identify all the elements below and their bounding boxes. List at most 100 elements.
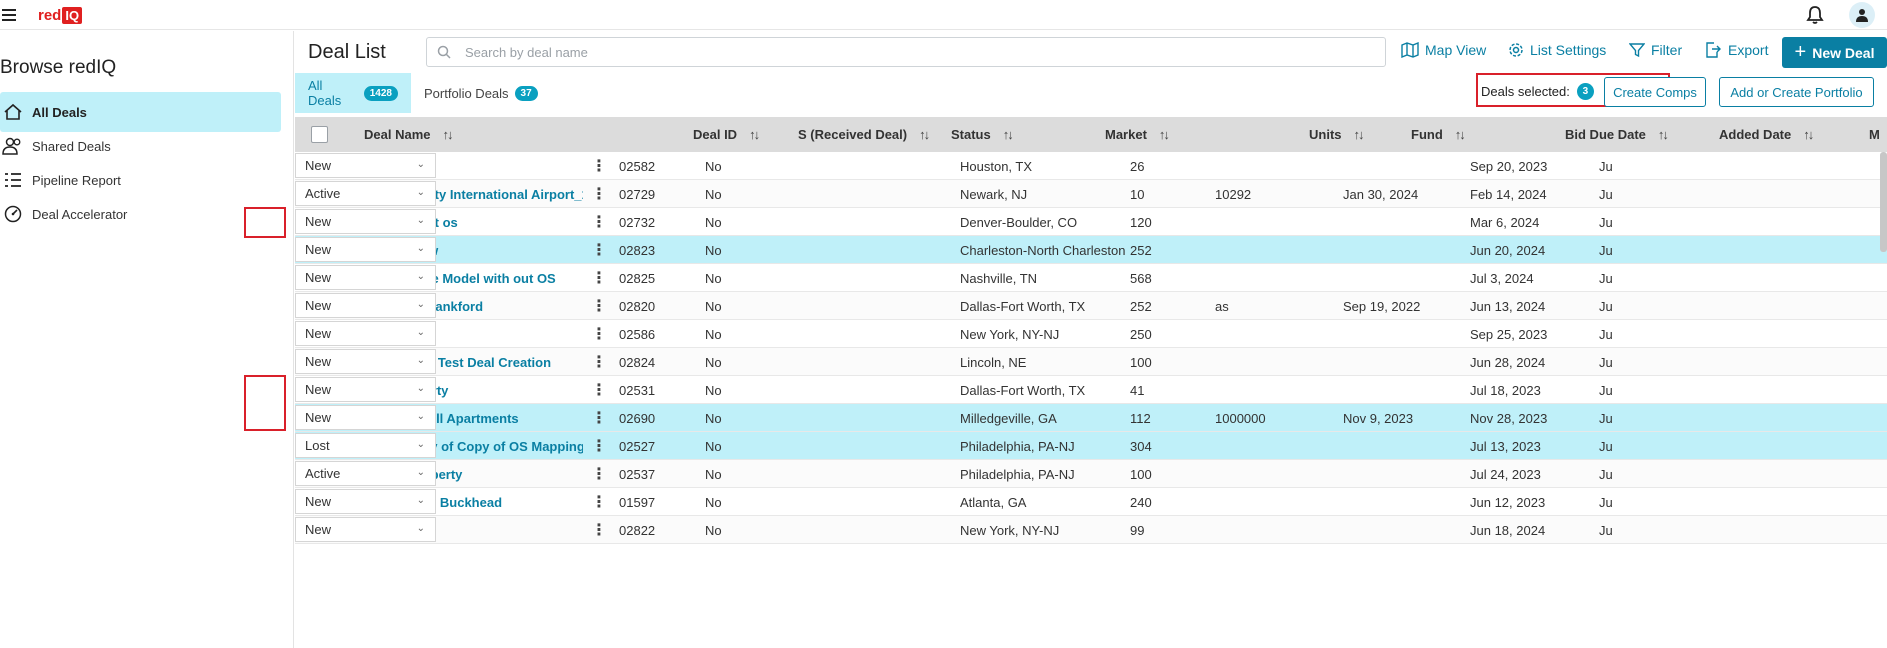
market-cell: Lincoln, NE [960,354,1027,370]
more-options-icon[interactable]: ⋮ [591,432,607,460]
sort-icon[interactable]: ↑↓ [749,127,760,142]
table-row[interactable]: June Property⋮02537NoActive⌄Philadelphia… [295,460,1887,488]
sort-icon[interactable]: ↑↓ [1003,127,1014,142]
sidebar-item-deal-accelerator[interactable]: Deal Accelerator [0,194,281,234]
column-header-received[interactable]: S (Received Deal) ↑↓ [798,117,930,152]
tab-all-deals[interactable]: All Deals 1428 [295,73,411,113]
more-options-icon[interactable]: ⋮ [591,460,607,488]
more-options-icon[interactable]: ⋮ [591,236,607,264]
more-options-icon[interactable]: ⋮ [591,488,607,516]
status-select[interactable]: New ⌄ [295,321,436,346]
more-options-icon[interactable]: ⋮ [591,292,607,320]
column-header-fund[interactable]: Fund ↑↓ [1411,117,1466,152]
sort-icon[interactable]: ↑↓ [442,127,453,142]
status-select[interactable]: New ⌄ [295,237,436,262]
status-select[interactable]: Active ⌄ [295,181,436,206]
status-select[interactable]: New ⌄ [295,349,436,374]
more-options-icon[interactable]: ⋮ [591,152,607,180]
filter-label: Filter [1651,42,1683,58]
more-options-icon[interactable]: ⋮ [591,208,607,236]
table-row[interactable]: test Pine Knoll Apartments⋮02690NoNew⌄Mi… [295,404,1887,432]
sort-icon[interactable]: ↑↓ [1354,127,1365,142]
status-select[interactable]: New ⌄ [295,489,436,514]
column-label: Market [1105,127,1147,142]
create-comps-button[interactable]: Create Comps [1604,77,1706,107]
more-options-icon[interactable]: ⋮ [591,264,607,292]
new-deal-button[interactable]: + New Deal [1782,37,1887,68]
more-options-icon[interactable]: ⋮ [591,320,607,348]
hamburger-menu-icon[interactable] [2,9,16,21]
status-value: New [305,270,332,285]
column-header-bid-due-date[interactable]: Bid Due Date ↑↓ [1565,117,1669,152]
table-row[interactable]: Prop 2⋮02586NoNew⌄New York, NY-NJ250Sep … [295,320,1887,348]
table-row[interactable]: Red Pen⋮02582NoNew⌄Houston, TX26Sep 20, … [295,152,1887,180]
column-header-added-date[interactable]: Added Date ↑↓ [1719,117,1814,152]
column-header-deal-id[interactable]: Deal ID ↑↓ [693,117,760,152]
tab-portfolio-deals[interactable]: Portfolio Deals 37 [411,73,551,113]
column-header-m[interactable]: M [1869,117,1880,152]
status-select[interactable]: New ⌄ [295,265,436,290]
list-settings-button[interactable]: List Settings [1508,42,1606,58]
sort-icon[interactable]: ↑↓ [1803,127,1814,142]
units-cell: 100 [1130,466,1152,482]
more-options-icon[interactable]: ⋮ [591,404,607,432]
table-row[interactable]: Rainbow Row⋮02823NoNew⌄Charleston-North … [295,236,1887,264]
market-cell: Newark, NJ [960,186,1028,202]
map-view-label: Map View [1425,42,1487,58]
table-row[interactable]: Estates on Frankford⋮02820NoNew⌄Dallas-F… [295,292,1887,320]
more-options-icon[interactable]: ⋮ [591,516,607,544]
deals-selected-indicator: Deals selected: 3 [1481,83,1594,100]
main-content: Deal List Search by deal name Map View L… [295,31,1887,648]
table-row[interactable]: Newark Liberty International Airport_111… [295,180,1887,208]
status-select[interactable]: New ⌄ [295,293,436,318]
table-row[interactable]: myTestDeal⋮02822NoNew⌄New York, NY-NJ99J… [295,516,1887,544]
sort-icon[interactable]: ↑↓ [919,127,930,142]
status-select[interactable]: New ⌄ [295,209,436,234]
status-select[interactable]: Active ⌄ [295,461,436,486]
deal-id-cell: 02729 [619,186,656,202]
table-row[interactable]: Dallas Property⋮02531NoNew⌄Dallas-Fort W… [295,376,1887,404]
status-select[interactable]: New ⌄ [295,377,436,402]
m-cell: Ju [1599,242,1613,258]
table-row[interactable]: Copy of Copy of Copy of OS Mappings Test… [295,432,1887,460]
status-select[interactable]: New ⌄ [295,405,436,430]
added-date-cell: Sep 25, 2023 [1470,326,1548,342]
market-cell: New York, NY-NJ [960,522,1060,538]
select-all-checkbox[interactable] [311,126,328,143]
column-header-market[interactable]: Market ↑↓ [1105,117,1170,152]
search-input[interactable]: Search by deal name [426,37,1386,67]
map-view-button[interactable]: Map View [1401,42,1486,58]
column-header-status[interactable]: Status ↑↓ [951,117,1014,152]
add-or-create-portfolio-button[interactable]: Add or Create Portfolio [1719,77,1874,107]
deal-id-cell: 02586 [619,326,656,342]
status-select[interactable]: New ⌄ [295,153,436,178]
column-header-units[interactable]: Units ↑↓ [1309,117,1365,152]
more-options-icon[interactable]: ⋮ [591,376,607,404]
chevron-down-icon: ⌄ [416,383,425,394]
market-cell: New York, NY-NJ [960,326,1060,342]
table-row[interactable]: Santhosh test os⋮02732NoNew⌄Denver-Bould… [295,208,1887,236]
status-select[interactable]: New ⌄ [295,517,436,542]
sort-icon[interactable]: ↑↓ [1159,127,1170,142]
deal-id-cell: 02690 [619,410,656,426]
column-header-deal-name[interactable]: Deal Name ↑↓ [364,117,453,152]
table-row[interactable]: Test Generate Model with out OS ⋮ 02825 No N… [295,264,1887,292]
sort-icon[interactable]: ↑↓ [1455,127,1466,142]
more-options-icon[interactable]: ⋮ [591,180,607,208]
chevron-down-icon: ⌄ [416,159,425,170]
user-avatar-icon[interactable] [1849,2,1875,28]
table-row[interactable]: Copy of AMLI Buckhead⋮01597NoNew⌄Atlanta… [295,488,1887,516]
filter-button[interactable]: Filter [1629,42,1682,58]
bell-icon[interactable] [1806,5,1824,30]
status-select[interactable]: Lost ⌄ [295,433,436,458]
tab-bar: All Deals 1428 Portfolio Deals 37 Deals … [295,73,1887,113]
more-options-icon[interactable]: ⋮ [591,348,607,376]
vertical-scrollbar[interactable] [1880,152,1887,252]
export-button[interactable]: Export [1704,42,1768,58]
table-row[interactable]: Santhosh Test Deal Creation ⋮ 02824 No New ⌄ L… [295,348,1887,376]
app-logo[interactable]: red IQ [38,4,83,26]
sort-icon[interactable]: ↑↓ [1658,127,1669,142]
units-cell: 252 [1130,298,1152,314]
m-cell: Ju [1599,354,1613,370]
received-cell: No [705,158,722,174]
